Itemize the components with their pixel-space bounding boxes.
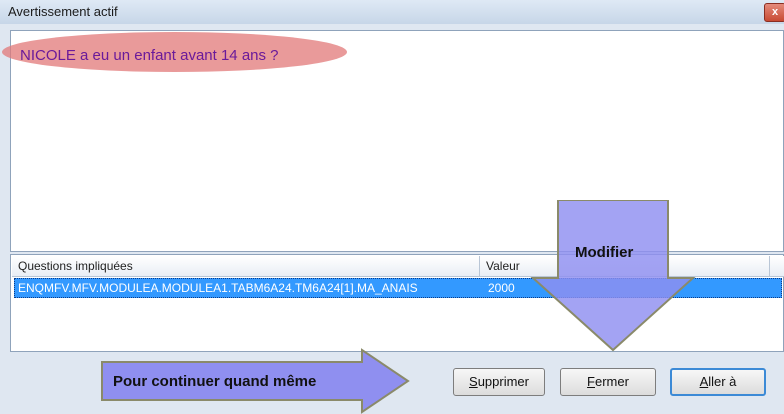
row-question[interactable]: ENQMFV.MFV.MODULEA.MODULEA1.TABM6A24.TM6… bbox=[18, 281, 418, 295]
delete-button[interactable]: Supprimer bbox=[453, 368, 545, 396]
close-button[interactable]: x bbox=[764, 3, 784, 22]
goto-button[interactable]: Aller à bbox=[670, 368, 766, 396]
continue-annotation-label: Pour continuer quand même bbox=[113, 373, 317, 390]
modify-arrow-annotation bbox=[530, 200, 696, 352]
close-icon: x bbox=[771, 6, 779, 18]
close-dialog-button[interactable]: Fermer bbox=[560, 368, 656, 396]
column-header-questions[interactable]: Questions impliquées bbox=[12, 256, 480, 276]
modify-annotation-label: Modifier bbox=[575, 244, 634, 261]
window-title: Avertissement actif bbox=[8, 4, 118, 19]
row-value[interactable]: 2000 bbox=[488, 281, 515, 295]
warning-message: NICOLE a eu un enfant avant 14 ans ? bbox=[20, 47, 279, 64]
